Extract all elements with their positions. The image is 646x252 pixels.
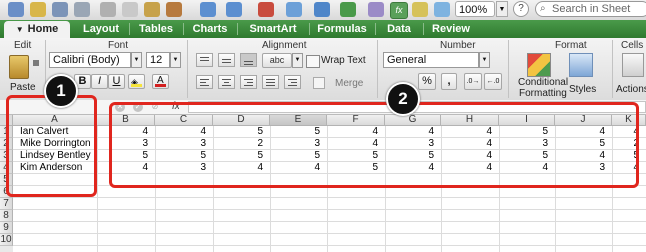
- gallery-icon[interactable]: [340, 2, 356, 17]
- italic-button[interactable]: I: [91, 74, 108, 89]
- percent-button[interactable]: %: [418, 73, 436, 90]
- open-icon[interactable]: [30, 2, 46, 17]
- save-icon[interactable]: [52, 2, 68, 17]
- orientation-button[interactable]: abc: [262, 53, 292, 68]
- callout-badge-2: 2: [386, 82, 420, 116]
- actions-icon[interactable]: [622, 53, 644, 77]
- number-format-dropdown-icon[interactable]: ▼: [479, 52, 490, 68]
- search-icon: ⌕: [540, 3, 546, 14]
- wrap-text-icon[interactable]: [306, 55, 320, 68]
- actions-label[interactable]: Actions: [616, 84, 646, 95]
- tab-tables[interactable]: Tables: [130, 21, 182, 38]
- tab-formulas[interactable]: Formulas: [310, 21, 374, 38]
- conditional-formatting-icon[interactable]: [527, 53, 551, 77]
- justify-button[interactable]: [262, 75, 279, 89]
- tab-layout[interactable]: Layout: [74, 21, 128, 38]
- comma-style-button[interactable]: ,: [441, 73, 457, 90]
- zoom-dropdown-icon[interactable]: ▼: [496, 1, 508, 17]
- group-label-edit: Edit: [14, 40, 32, 51]
- conditional-formatting-label[interactable]: Conditional: [518, 77, 568, 88]
- fill-color-swatch: [131, 84, 142, 87]
- font-size-dropdown-icon[interactable]: ▼: [170, 52, 181, 68]
- align-right-button[interactable]: [240, 75, 257, 89]
- new-workbook-icon[interactable]: [8, 2, 24, 17]
- underline-button[interactable]: U: [108, 74, 125, 89]
- merge-icon[interactable]: [313, 77, 325, 89]
- row-header-7[interactable]: 7: [0, 198, 13, 210]
- align-center-button[interactable]: [218, 75, 235, 89]
- search-placeholder: Search in Sheet: [552, 3, 631, 15]
- font-name-dropdown-icon[interactable]: ▼: [131, 52, 142, 68]
- styles-icon[interactable]: [569, 53, 593, 77]
- copy-icon[interactable]: [122, 2, 138, 17]
- number-format-select[interactable]: General: [383, 52, 479, 68]
- help-button[interactable]: ?: [513, 1, 529, 17]
- fill-color-button[interactable]: ◈: [128, 74, 145, 89]
- font-color-swatch: [155, 84, 166, 87]
- align-top-button[interactable]: [196, 53, 213, 67]
- collapse-triangle-icon: ▼: [15, 25, 24, 34]
- group-label-cells: Cells: [621, 40, 644, 51]
- undo-icon[interactable]: [200, 2, 216, 17]
- tab-review[interactable]: Review: [424, 21, 478, 38]
- font-size-select[interactable]: 12: [146, 52, 170, 68]
- tab-charts[interactable]: Charts: [184, 21, 236, 38]
- ribbon-home: Edit Paste Font Calibri (Body) ▼ 12 ▼ B …: [0, 38, 646, 101]
- align-left-button[interactable]: [196, 75, 213, 89]
- gridline-horizontal: [13, 197, 646, 198]
- gridline-horizontal: [13, 233, 646, 234]
- increase-decimal-button[interactable]: .0→: [464, 73, 482, 90]
- conditional-formatting-label-2[interactable]: Formatting: [519, 88, 567, 99]
- fill-bucket-icon: ◈: [131, 77, 138, 87]
- align-middle-button[interactable]: [218, 53, 235, 67]
- tab-data[interactable]: Data: [376, 21, 422, 38]
- sort-icon[interactable]: [286, 2, 302, 17]
- font-color-button[interactable]: A: [152, 74, 169, 89]
- gridline-horizontal: [13, 245, 646, 246]
- paste-label[interactable]: Paste: [10, 82, 36, 93]
- paste-icon[interactable]: [9, 55, 29, 79]
- gridline-horizontal: [13, 221, 646, 222]
- row-header-9[interactable]: 9: [0, 222, 13, 234]
- highlight-box-names: [6, 95, 97, 197]
- decrease-decimal-button[interactable]: ←.0: [484, 73, 502, 90]
- row-header-10[interactable]: 10: [0, 234, 13, 246]
- orientation-dropdown-icon[interactable]: ▼: [292, 53, 303, 68]
- tab-smartart[interactable]: SmartArt: [238, 21, 308, 38]
- callout-badge-1: 1: [44, 74, 78, 108]
- merge-button[interactable]: Merge: [335, 78, 363, 89]
- group-label-number: Number: [440, 40, 476, 51]
- standard-toolbar: fx 100% ▼ ? ⌕ Search in Sheet: [0, 0, 646, 21]
- row-header-8[interactable]: 8: [0, 210, 13, 222]
- wrap-text-button[interactable]: Wrap Text: [321, 55, 366, 66]
- ribbon-tabs: ▼ Home Layout Tables Charts SmartArt Form…: [0, 20, 646, 38]
- help-icon[interactable]: [434, 2, 450, 17]
- highlight-box-scores: [109, 102, 639, 188]
- paste-icon[interactable]: [144, 2, 160, 17]
- format-painter-icon[interactable]: [166, 2, 182, 17]
- group-label-font: Font: [108, 40, 129, 51]
- autosum-icon[interactable]: [258, 2, 274, 17]
- function-icon[interactable]: fx: [390, 2, 408, 19]
- gridline-horizontal: [13, 209, 646, 210]
- cut-icon[interactable]: [100, 2, 116, 17]
- group-label-format: Format: [555, 40, 587, 51]
- toolbox-icon[interactable]: [368, 2, 384, 17]
- font-name-select[interactable]: Calibri (Body): [49, 52, 131, 68]
- styles-label[interactable]: Styles: [569, 84, 596, 95]
- align-bottom-button[interactable]: [240, 53, 257, 67]
- search-input[interactable]: ⌕ Search in Sheet: [535, 1, 646, 17]
- indent-button[interactable]: [284, 75, 301, 89]
- media-icon[interactable]: [412, 2, 428, 17]
- paste-dropdown-icon[interactable]: [33, 60, 39, 66]
- group-label-alignment: Alignment: [262, 40, 307, 51]
- filter-icon[interactable]: [314, 2, 330, 17]
- print-icon[interactable]: [74, 2, 90, 17]
- redo-icon[interactable]: [226, 2, 242, 17]
- tab-home[interactable]: ▼ Home: [4, 21, 70, 38]
- zoom-select[interactable]: 100%: [455, 1, 495, 17]
